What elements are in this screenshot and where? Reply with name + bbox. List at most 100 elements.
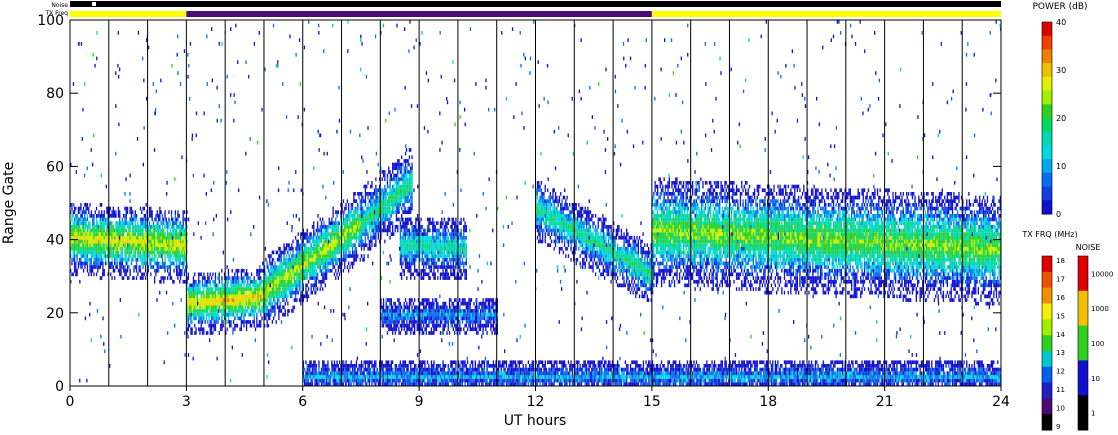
heat-cell [114, 243, 116, 247]
heat-cell [353, 221, 355, 225]
heat-cell [287, 309, 289, 313]
heat-cell [336, 232, 338, 236]
heat-cell [145, 225, 147, 229]
heat-cell [203, 290, 205, 295]
heat-cell [398, 217, 400, 222]
heat-cell [207, 290, 209, 295]
heat-cell [76, 257, 78, 262]
heat-cell [220, 305, 222, 310]
heat-cell [99, 276, 101, 280]
heat-cell [438, 228, 440, 233]
heat-cell [295, 272, 297, 277]
heat-cell [322, 243, 324, 247]
heat-cell [231, 283, 233, 288]
heat-cell [238, 309, 240, 313]
heat-cell [134, 246, 136, 251]
heat-cell [80, 257, 82, 262]
heat-cell [428, 217, 430, 222]
heat-cell [240, 309, 242, 313]
heat-cell [203, 309, 205, 313]
heat-cell [443, 232, 445, 236]
heat-cell [117, 254, 120, 258]
heat-cell [101, 228, 103, 233]
heat-cell [270, 254, 272, 258]
heat-cell [235, 290, 237, 295]
heat-cell [97, 268, 99, 273]
heat-cell [222, 290, 224, 295]
heat-cell [212, 305, 214, 310]
heat-cell [476, 327, 478, 332]
heat-cell [406, 195, 408, 200]
heat-cell [359, 199, 361, 203]
heat-cell [271, 305, 273, 310]
heat-cell [182, 246, 184, 251]
heat-cell [154, 246, 156, 251]
heat-cell [415, 312, 417, 317]
heat-cell [116, 257, 118, 262]
heat-cell [371, 203, 373, 207]
heat-cell [311, 235, 314, 240]
heat-cell [406, 173, 408, 178]
heat-cell [195, 279, 197, 284]
heat-cell [307, 250, 310, 255]
heat-cell [183, 272, 186, 277]
heat-cell [279, 283, 281, 288]
heat-cell [239, 301, 241, 306]
heat-cell [450, 265, 452, 269]
heat-cell [271, 250, 273, 255]
heat-cell [114, 257, 116, 262]
heat-cell [402, 246, 404, 251]
heat-cell [366, 232, 368, 236]
heat-cell [236, 279, 239, 284]
heat-cell [416, 316, 418, 321]
heat-cell [119, 210, 121, 214]
heat-cell [392, 309, 394, 313]
heat-cell [273, 257, 275, 262]
heat-cell [404, 162, 407, 167]
heat-cell [362, 232, 364, 236]
heat-cell [487, 320, 489, 324]
heat-cell [428, 305, 430, 310]
heat-cell [152, 235, 155, 240]
heat-cell [123, 268, 125, 273]
heat-cell [339, 250, 341, 255]
heat-cell [291, 268, 293, 273]
heat-cell [486, 316, 488, 321]
heat-cell [177, 246, 179, 251]
heat-cell [425, 232, 427, 236]
heat-cell [71, 214, 73, 218]
heat-cell [195, 290, 197, 295]
heat-cell [115, 225, 117, 229]
heat-cell [307, 279, 310, 284]
heat-cell [348, 261, 350, 266]
heat-cell [292, 309, 294, 313]
heat-cell [256, 290, 258, 295]
heat-cell [310, 287, 312, 291]
heat-cell [285, 279, 288, 284]
heat-cell [75, 265, 77, 269]
heat-cell [420, 217, 422, 222]
heat-cell [244, 312, 246, 317]
heat-cell [212, 279, 214, 284]
heat-cell [284, 279, 286, 284]
heat-cell [126, 225, 129, 229]
heat-cell [486, 320, 488, 324]
heat-cell [353, 232, 355, 236]
heat-cell [121, 257, 123, 262]
heat-cell [382, 206, 385, 211]
heat-cell [256, 272, 258, 277]
heat-cell [177, 232, 179, 236]
heat-cell [406, 184, 408, 189]
heat-cell [138, 239, 140, 244]
heat-cell [253, 279, 255, 284]
heat-cell [455, 232, 457, 236]
heat-cell [142, 243, 144, 247]
heat-cell [353, 261, 355, 266]
heat-cell [111, 210, 113, 214]
heat-cell [426, 235, 429, 240]
heat-cell [450, 312, 452, 317]
heat-cell [472, 320, 474, 324]
heat-cell [406, 166, 408, 171]
heat-cell [164, 261, 166, 266]
heat-cell [81, 250, 83, 255]
